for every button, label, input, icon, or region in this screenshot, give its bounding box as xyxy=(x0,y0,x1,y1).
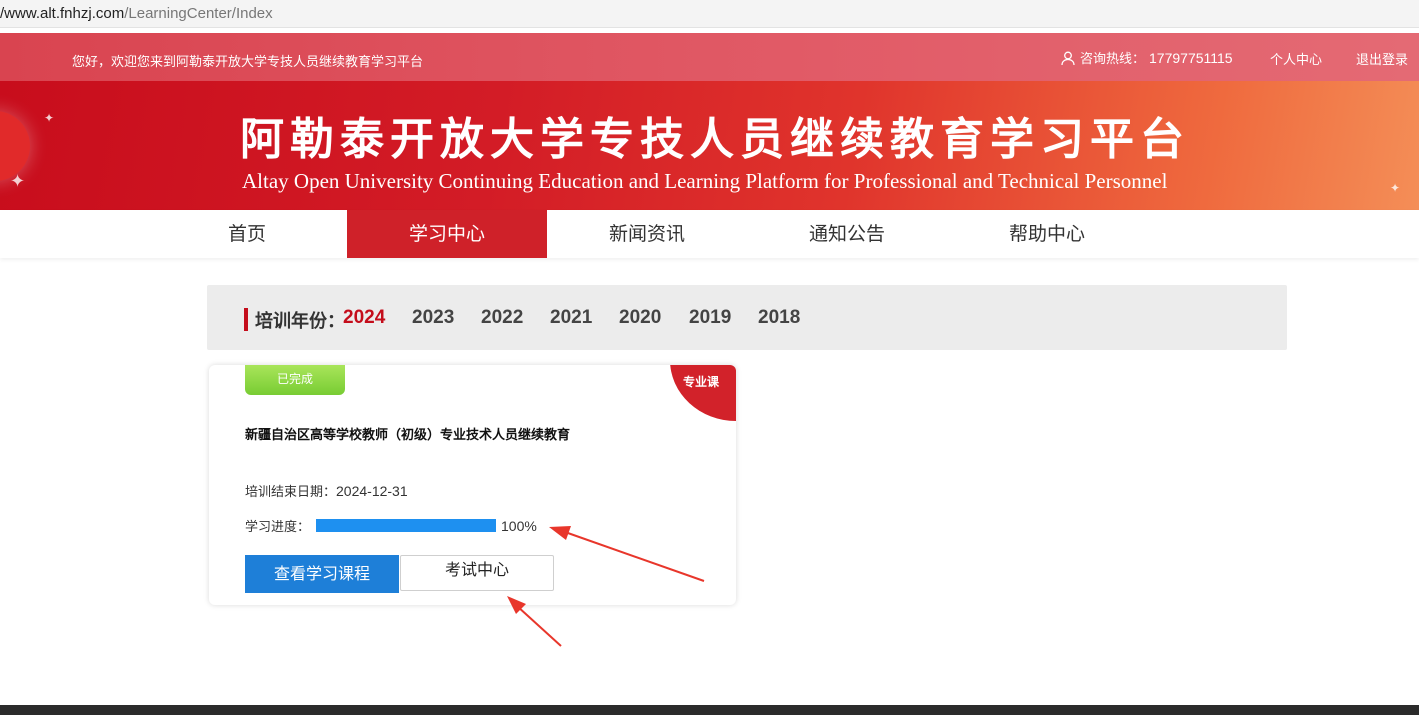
course-card: 已完成 专业课 新疆自治区高等学校教师（初级）专业技术人员继续教育 培训结束日期… xyxy=(209,365,736,605)
sparkle-icon: ✦ xyxy=(10,171,26,192)
nav-learning-center[interactable]: 学习中心 xyxy=(347,210,547,258)
progress-text: 100% xyxy=(501,517,537,534)
site-banner: ✦ ✦ ✦ 阿勒泰开放大学专技人员继续教育学习平台 Altay Open Uni… xyxy=(0,81,1419,210)
user-icon xyxy=(1061,51,1075,65)
end-date-value: 2024-12-31 xyxy=(336,483,408,499)
top-info-bar: 您好，欢迎您来到阿勒泰开放大学专技人员继续教育学习平台 咨询热线： 1779775… xyxy=(0,33,1419,81)
year-option-2019[interactable]: 2019 xyxy=(689,307,731,329)
year-option-2020[interactable]: 2020 xyxy=(619,307,661,329)
year-option-2018[interactable]: 2018 xyxy=(758,307,800,329)
nav-home[interactable]: 首页 xyxy=(147,210,347,258)
progress-row: 学习进度： 100% xyxy=(245,516,537,536)
sparkle-icon: ✦ xyxy=(44,111,55,125)
hotline-label: 咨询热线： xyxy=(1080,52,1146,67)
end-date: 培训结束日期：2024-12-31 xyxy=(245,481,408,500)
progress-label: 学习进度： xyxy=(245,520,311,535)
year-option-2023[interactable]: 2023 xyxy=(412,307,454,329)
url-text: /www.alt.fnhzj.com/LearningCenter/Index xyxy=(0,5,273,22)
logout-link[interactable]: 退出登录 xyxy=(1356,49,1408,68)
view-courses-button[interactable]: 查看学习课程 xyxy=(245,555,399,593)
end-date-label: 培训结束日期： xyxy=(245,485,337,500)
course-title: 新疆自治区高等学校教师（初级）专业技术人员继续教育 xyxy=(245,428,571,443)
year-filter: 培训年份： 2024 2023 2022 2021 2020 2019 2018 xyxy=(207,285,1287,350)
section-marker xyxy=(244,308,248,331)
personal-center-link[interactable]: 个人中心 xyxy=(1270,49,1322,68)
welcome-text: 您好，欢迎您来到阿勒泰开放大学专技人员继续教育学习平台 xyxy=(72,55,424,70)
banner-subtitle: Altay Open University Continuing Educati… xyxy=(242,169,1168,193)
nav-help-center[interactable]: 帮助中心 xyxy=(947,210,1147,258)
nav-notices[interactable]: 通知公告 xyxy=(747,210,947,258)
nav-news[interactable]: 新闻资讯 xyxy=(547,210,747,258)
progress-bar xyxy=(316,519,497,532)
year-option-2021[interactable]: 2021 xyxy=(550,307,592,329)
year-option-2022[interactable]: 2022 xyxy=(481,307,523,329)
year-option-2024[interactable]: 2024 xyxy=(343,307,385,329)
browser-address-bar[interactable]: /www.alt.fnhzj.com/LearningCenter/Index xyxy=(0,0,1419,28)
hotline: 咨询热线： 17797751115 xyxy=(1060,48,1233,67)
hotline-number: 17797751115 xyxy=(1149,49,1233,66)
year-filter-label: 培训年份： xyxy=(255,311,345,332)
sparkle-icon: ✦ xyxy=(1390,181,1401,195)
banner-title: 阿勒泰开放大学专技人员继续教育学习平台 xyxy=(240,114,1190,165)
status-badge: 已完成 xyxy=(245,365,345,395)
progress-fill xyxy=(316,519,497,532)
course-type-badge: 专业课 xyxy=(682,375,719,389)
exam-center-button[interactable]: 考试中心 xyxy=(400,555,554,591)
main-nav: 首页 学习中心 新闻资讯 通知公告 帮助中心 xyxy=(0,210,1419,258)
page-footer xyxy=(0,705,1419,715)
